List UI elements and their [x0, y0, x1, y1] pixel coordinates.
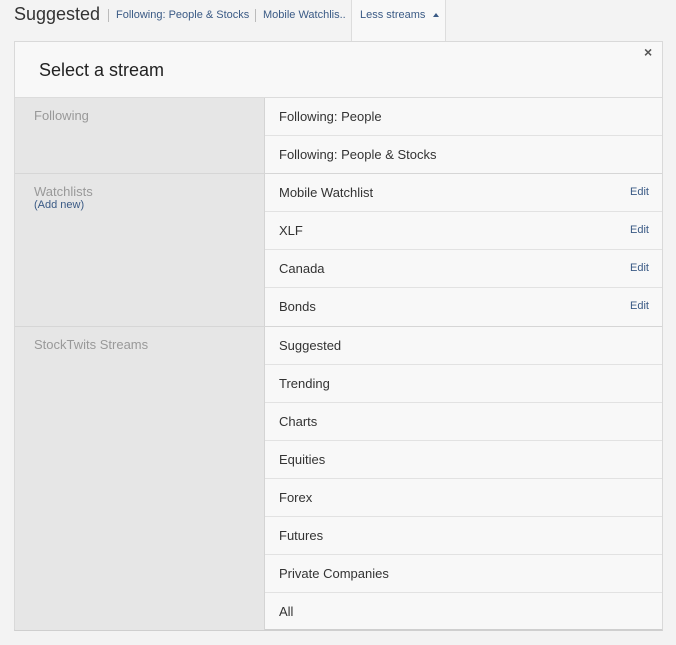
- current-stream-title: Suggested: [14, 4, 101, 24]
- section-stream-list: Mobile Watchlist Edit XLF Edit Canada Ed…: [265, 174, 662, 326]
- watchlist-item-label: XLF: [279, 223, 303, 238]
- header-separator: [255, 9, 256, 22]
- stream-item[interactable]: Futures: [265, 517, 662, 555]
- header-separator: [108, 9, 109, 22]
- section-following: Following Following: People Following: P…: [15, 98, 662, 174]
- stream-item-label: Forex: [279, 490, 313, 505]
- stream-item-label: Charts: [279, 414, 318, 429]
- section-name: StockTwits Streams: [34, 337, 149, 352]
- less-streams-toggle[interactable]: Less streams: [351, 0, 446, 41]
- stream-item[interactable]: All: [265, 593, 662, 631]
- stream-item[interactable]: Charts: [265, 403, 662, 441]
- stream-item-label: Trending: [279, 376, 330, 391]
- caret-up-icon: [433, 13, 439, 17]
- section-label-cell: StockTwits Streams: [15, 327, 265, 630]
- edit-watchlist-link[interactable]: Edit: [630, 224, 649, 236]
- watchlist-item[interactable]: Mobile Watchlist Edit: [265, 174, 662, 212]
- watchlist-item[interactable]: XLF Edit: [265, 212, 662, 250]
- less-streams-label: Less streams: [360, 9, 426, 21]
- stream-item[interactable]: Suggested: [265, 327, 662, 365]
- stream-item-label: Equities: [279, 452, 326, 467]
- stream-item[interactable]: Following: People & Stocks: [265, 136, 662, 174]
- watchlist-item-label: Bonds: [279, 299, 316, 314]
- header-link-mobile-watchlist[interactable]: Mobile Watchlis..: [263, 9, 346, 21]
- panel-title: Select a stream: [39, 60, 165, 80]
- section-watchlists: Watchlists (Add new) Mobile Watchlist Ed…: [15, 174, 662, 327]
- section-name: Watchlists: [34, 184, 93, 199]
- section-label-cell: Watchlists (Add new): [15, 174, 265, 327]
- section-label-cell: Following: [15, 98, 265, 174]
- stream-selector-panel: Select a stream × Following Following: P…: [14, 41, 663, 631]
- section-name: Following: [34, 108, 89, 123]
- watchlist-item-label: Canada: [279, 261, 325, 276]
- close-icon[interactable]: ×: [644, 44, 652, 60]
- stream-header: Suggested Following: People & Stocks Mob…: [0, 0, 676, 42]
- stream-item-label: Suggested: [279, 338, 342, 353]
- stream-item[interactable]: Following: People: [265, 98, 662, 136]
- stream-item-label: All: [279, 604, 294, 619]
- watchlist-item[interactable]: Canada Edit: [265, 250, 662, 288]
- stream-item-label: Futures: [279, 528, 324, 543]
- stream-item-label: Following: People: [279, 109, 382, 124]
- edit-watchlist-link[interactable]: Edit: [630, 300, 649, 312]
- add-new-watchlist-link[interactable]: (Add new): [34, 199, 84, 211]
- section-stream-list: Suggested Trending Charts Equities Forex…: [265, 327, 662, 631]
- stream-item[interactable]: Forex: [265, 479, 662, 517]
- stream-item[interactable]: Private Companies: [265, 555, 662, 593]
- stream-item[interactable]: Equities: [265, 441, 662, 479]
- watchlist-item-label: Mobile Watchlist: [279, 185, 374, 200]
- section-stream-list: Following: People Following: People & St…: [265, 98, 662, 174]
- stream-item-label: Private Companies: [279, 566, 389, 581]
- header-link-following-people-stocks[interactable]: Following: People & Stocks: [116, 9, 249, 21]
- watchlist-item[interactable]: Bonds Edit: [265, 288, 662, 326]
- section-stocktwits-streams: StockTwits Streams Suggested Trending Ch…: [15, 327, 662, 630]
- edit-watchlist-link[interactable]: Edit: [630, 186, 649, 198]
- stream-item-label: Following: People & Stocks: [279, 147, 437, 162]
- stream-item[interactable]: Trending: [265, 365, 662, 403]
- edit-watchlist-link[interactable]: Edit: [630, 262, 649, 274]
